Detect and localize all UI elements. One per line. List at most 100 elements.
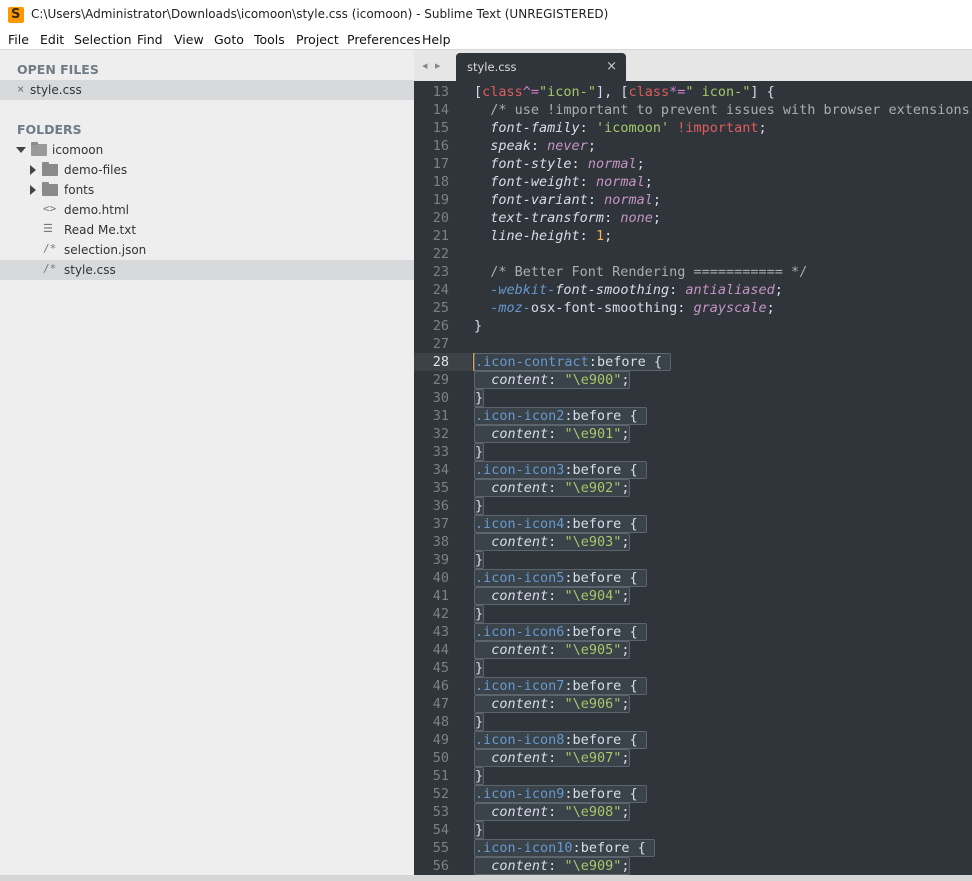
code-line[interactable]: } bbox=[474, 389, 485, 407]
menu-find[interactable]: Find bbox=[137, 32, 163, 47]
code-line[interactable]: .icon-icon9:before { bbox=[474, 785, 647, 803]
code-token: { bbox=[629, 840, 654, 856]
menu-file[interactable]: File bbox=[8, 32, 29, 47]
code-line[interactable]: speak: never; bbox=[474, 137, 596, 155]
line-number: 50 bbox=[432, 750, 449, 766]
code-token: /* Better Font Rendering =========== */ bbox=[474, 264, 808, 280]
file-style-css[interactable]: /* style.css bbox=[0, 260, 414, 280]
code-token: content bbox=[491, 534, 549, 550]
code-line[interactable]: } bbox=[474, 551, 485, 569]
line-number: 33 bbox=[432, 444, 449, 460]
close-file-icon[interactable]: × bbox=[17, 82, 24, 96]
menu-help[interactable]: Help bbox=[422, 32, 451, 47]
code-line[interactable]: .icon-icon4:before { bbox=[474, 515, 647, 533]
code-line[interactable]: .icon-icon6:before { bbox=[474, 623, 647, 641]
code-token: ; bbox=[636, 156, 645, 172]
expand-arrow-right-icon[interactable] bbox=[30, 165, 36, 175]
code-line[interactable]: .icon-icon8:before { bbox=[474, 731, 647, 749]
code-line-content: font-weight: normal; bbox=[474, 174, 653, 190]
horizontal-scrollbar[interactable] bbox=[0, 875, 972, 881]
code-line[interactable]: .icon-contract:before { bbox=[474, 353, 672, 371]
code-line[interactable]: } bbox=[474, 821, 485, 839]
code-line[interactable]: content: "\e907"; bbox=[474, 749, 631, 767]
code-line[interactable]: .icon-icon7:before { bbox=[474, 677, 647, 695]
menu-project[interactable]: Project bbox=[296, 32, 339, 47]
code-line[interactable]: content: "\e901"; bbox=[474, 425, 631, 443]
folder-label: icomoon bbox=[52, 143, 104, 157]
code-token: .icon-icon7 bbox=[475, 678, 565, 694]
folder-icomoon[interactable]: icomoon bbox=[0, 140, 414, 160]
code-line[interactable]: content: "\e904"; bbox=[474, 587, 631, 605]
code-line[interactable]: } bbox=[474, 317, 482, 335]
code-line[interactable]: content: "\e903"; bbox=[474, 533, 631, 551]
code-line[interactable]: .icon-icon2:before { bbox=[474, 407, 647, 425]
code-line[interactable]: } bbox=[474, 443, 485, 461]
code-line[interactable]: .icon-icon10:before { bbox=[474, 839, 655, 857]
code-token: : bbox=[669, 282, 686, 298]
line-number: 30 bbox=[432, 390, 449, 406]
code-line[interactable]: content: "\e908"; bbox=[474, 803, 631, 821]
expand-arrow-right-icon[interactable] bbox=[30, 185, 36, 195]
code-token: before bbox=[572, 570, 622, 586]
menu-edit[interactable]: Edit bbox=[40, 32, 64, 47]
code-line[interactable]: } bbox=[474, 767, 485, 785]
code-line[interactable]: } bbox=[474, 713, 485, 731]
code-line[interactable]: content: "\e905"; bbox=[474, 641, 631, 659]
code-line[interactable]: font-weight: normal; bbox=[474, 173, 653, 191]
code-line[interactable]: /* Better Font Rendering =========== */ bbox=[474, 263, 807, 281]
code-token: ; bbox=[621, 480, 630, 496]
code-line-content: } bbox=[474, 767, 485, 785]
code-line[interactable]: } bbox=[474, 659, 485, 677]
menu-view[interactable]: View bbox=[174, 32, 204, 47]
code-line[interactable]: content: "\e909"; bbox=[474, 857, 631, 875]
code-line[interactable]: font-family: 'icomoon' !important; bbox=[474, 119, 766, 137]
code-line[interactable]: [class^="icon-"], [class*=" icon-"] { bbox=[474, 83, 775, 101]
code-line[interactable]: font-style: normal; bbox=[474, 155, 645, 173]
code-line[interactable]: } bbox=[474, 605, 485, 623]
code-token: { bbox=[621, 786, 646, 802]
code-line[interactable]: .icon-icon5:before { bbox=[474, 569, 647, 587]
app-icon-glyph: S bbox=[11, 7, 21, 22]
tab-scroll-arrows-icon[interactable]: ◂ ▸ bbox=[422, 59, 443, 72]
code-line[interactable]: /* use !important to prevent issues with… bbox=[474, 101, 970, 119]
line-number: 45 bbox=[432, 660, 449, 676]
open-file-style-css[interactable]: × style.css bbox=[0, 80, 414, 100]
code-token: : bbox=[564, 624, 573, 640]
line-number: 55 bbox=[432, 840, 449, 856]
code-editor[interactable]: 13 14 15 16 17 18 19 20 21 22 23 24 25 26 27 28 29 30 31 32… bbox=[414, 81, 972, 881]
folder-fonts[interactable]: fonts bbox=[0, 180, 414, 200]
code-line[interactable]: -moz-osx-font-smoothing: grayscale; bbox=[474, 299, 775, 317]
tab-close-icon[interactable]: × bbox=[606, 59, 617, 74]
folder-demo-files[interactable]: demo-files bbox=[0, 160, 414, 180]
tab-style-css[interactable]: style.css × bbox=[456, 53, 626, 81]
code-line[interactable]: .icon-icon3:before { bbox=[474, 461, 647, 479]
code-line[interactable]: content: "\e906"; bbox=[474, 695, 631, 713]
code-line[interactable]: content: "\e900"; bbox=[474, 371, 631, 389]
menu-goto[interactable]: Goto bbox=[214, 32, 244, 47]
code-token: ; bbox=[621, 372, 630, 388]
code-line[interactable]: font-variant: normal; bbox=[474, 191, 661, 209]
code-line[interactable]: } bbox=[474, 497, 485, 515]
expand-arrow-down-icon[interactable] bbox=[16, 147, 26, 153]
file-selection-json[interactable]: /* selection.json bbox=[0, 240, 414, 260]
menu-selection[interactable]: Selection bbox=[74, 32, 132, 47]
code-line[interactable]: -webkit-font-smoothing: antialiased; bbox=[474, 281, 783, 299]
line-number: 47 bbox=[432, 696, 449, 712]
code-line[interactable]: content: "\e902"; bbox=[474, 479, 631, 497]
code-token: : bbox=[564, 732, 573, 748]
code-token: font-smoothing bbox=[555, 282, 670, 298]
code-token: content bbox=[491, 426, 549, 442]
file-demo-html[interactable]: <> demo.html bbox=[0, 200, 414, 220]
file-readme-txt[interactable]: ☰ Read Me.txt bbox=[0, 220, 414, 240]
code-line[interactable]: text-transform: none; bbox=[474, 209, 661, 227]
code-token: : bbox=[564, 462, 573, 478]
line-number: 34 bbox=[432, 462, 449, 478]
menu-tools[interactable]: Tools bbox=[254, 32, 285, 47]
code-token: "\e900" bbox=[564, 372, 622, 388]
line-number: 46 bbox=[432, 678, 449, 694]
menu-preferences[interactable]: Preferences bbox=[347, 32, 421, 47]
line-number: 52 bbox=[432, 786, 449, 802]
code-line[interactable]: line-height: 1; bbox=[474, 227, 612, 245]
